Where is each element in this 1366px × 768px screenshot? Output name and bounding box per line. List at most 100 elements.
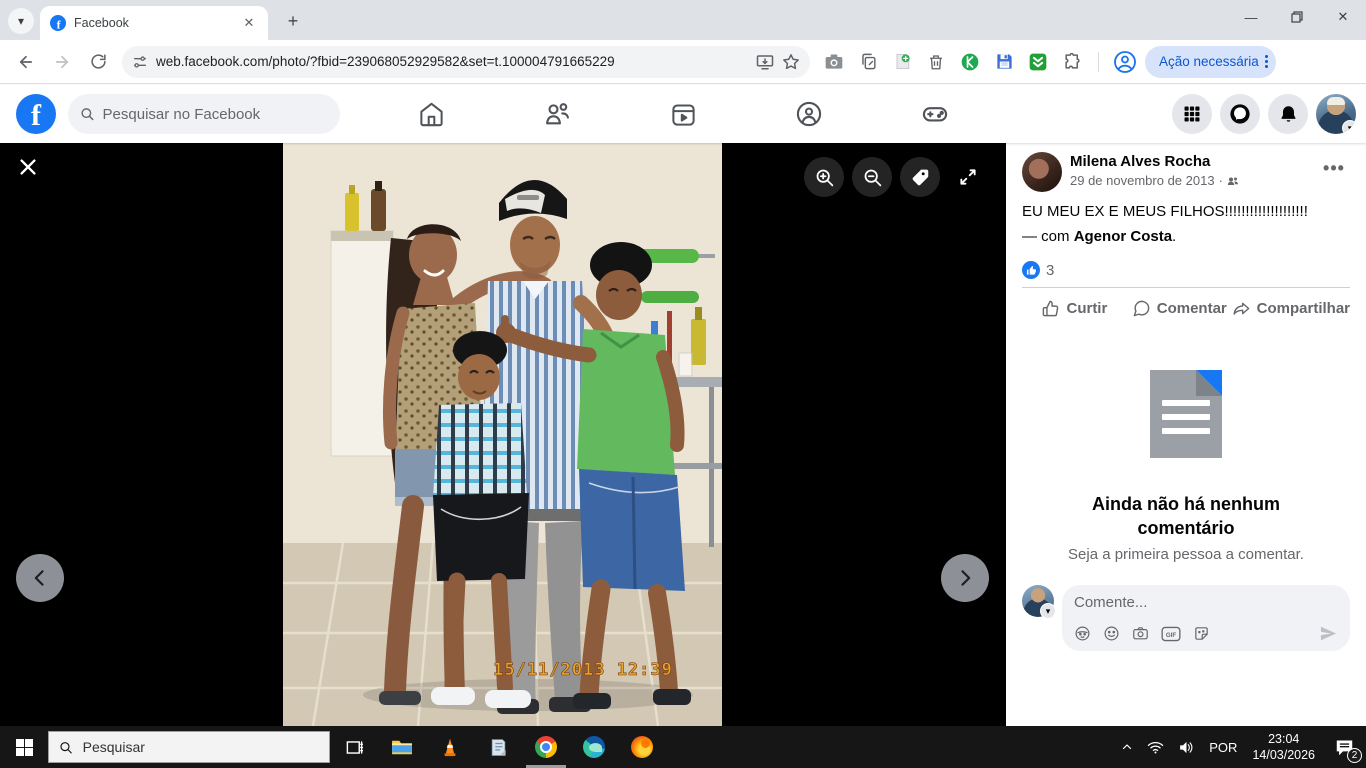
nav-gaming-icon[interactable] [911,90,959,138]
chrome-icon[interactable] [522,726,570,768]
screenshot-camera-icon[interactable] [820,48,848,76]
facebook-search-input[interactable] [102,105,328,123]
facebook-logo[interactable]: f [16,94,56,134]
taskbar: POR 23:04 14/03/2026 2 [0,726,1366,768]
document-icon [1150,370,1222,458]
author-avatar[interactable] [1022,152,1062,192]
like-count[interactable]: 3 [1046,262,1054,279]
like-button[interactable]: Curtir [1022,292,1127,324]
tag-icon[interactable] [900,157,940,197]
firefox-icon[interactable] [618,726,666,768]
wifi-icon[interactable] [1140,726,1171,768]
photo-image[interactable]: 15/11/2013 12:39 [283,143,722,726]
post-header: Milena Alves Rocha 29 de novembro de 201… [1022,152,1350,192]
close-button[interactable]: ✕ [1320,0,1366,34]
date-separator: · [1218,173,1223,188]
updates-icon[interactable] [1024,48,1052,76]
puzzle-extensions-icon[interactable] [1058,48,1086,76]
start-button[interactable] [0,726,48,768]
restore-button[interactable] [1274,0,1320,34]
viewer-close-icon[interactable] [14,153,42,181]
tagged-person-link[interactable]: Agenor Costa [1074,228,1172,245]
url-text[interactable]: web.facebook.com/photo/?fbid=23906805292… [156,54,748,69]
browser-tab[interactable]: f Facebook ✕ [40,6,268,40]
taskbar-search[interactable] [48,731,330,763]
trash-icon[interactable] [922,48,950,76]
avatar-emoji-icon[interactable] [1074,625,1091,642]
zoom-in-icon[interactable] [804,157,844,197]
send-icon[interactable] [1319,624,1338,643]
previous-photo-button[interactable] [16,554,64,602]
main-area: 15/11/2013 12:39 Milena Alves Rocha 29 d… [0,143,1366,726]
toolbar-separator [1098,51,1099,72]
facebook-search[interactable] [68,94,340,134]
window-controls: — ✕ [1228,0,1366,34]
clock-date: 14/03/2026 [1252,748,1315,762]
add-note-icon[interactable] [888,48,916,76]
smiley-icon[interactable] [1103,625,1120,642]
nav-groups-icon[interactable] [785,90,833,138]
next-photo-button[interactable] [941,554,989,602]
action-needed-button[interactable]: Ação necessária [1145,45,1276,78]
post-date-row[interactable]: 29 de novembro de 2013 · [1070,173,1310,188]
tray-chevron-icon[interactable] [1114,726,1140,768]
share-button[interactable]: Compartilhar [1232,292,1350,324]
camera-icon[interactable] [1132,625,1149,642]
bookmark-star-icon[interactable] [782,53,800,71]
save-disk-icon[interactable] [990,48,1018,76]
comment-input[interactable] [1074,594,1338,611]
zoom-out-icon[interactable] [852,157,892,197]
task-view-icon[interactable] [330,726,378,768]
file-explorer-icon[interactable] [378,726,426,768]
profile-icon[interactable] [1111,48,1139,76]
nav-friends-icon[interactable] [533,90,581,138]
no-comments-title: Ainda não há nenhum comentário [1091,494,1280,538]
taskbar-search-input[interactable] [82,739,319,755]
edge-icon[interactable] [570,726,618,768]
no-comments-subtitle: Seja a primeira pessoa a comentar. [1068,546,1304,563]
reactions-row[interactable]: 3 [1022,261,1350,279]
new-tab-button[interactable]: + [282,10,304,32]
nav-watch-icon[interactable] [659,90,707,138]
copy-pages-icon[interactable] [854,48,882,76]
kaspersky-icon[interactable] [956,48,984,76]
privacy-friends-icon [1227,177,1239,185]
forward-icon[interactable] [46,46,78,78]
tab-close-icon[interactable]: ✕ [240,14,258,32]
tab-list-chevron-icon[interactable]: ▾ [8,8,34,34]
nav-home-icon[interactable] [407,90,455,138]
sticker-icon[interactable] [1193,625,1210,642]
back-icon[interactable] [10,46,42,78]
pill-menu-icon[interactable] [1264,55,1268,68]
notifications-bell-icon[interactable] [1268,94,1308,134]
composer-avatar-chevron-icon[interactable]: ▾ [1040,603,1056,619]
apps-grid-icon[interactable] [1172,94,1212,134]
vlc-icon[interactable] [426,726,474,768]
like-button-label: Curtir [1066,299,1108,317]
post-more-icon[interactable]: ••• [1318,152,1350,184]
comment-button[interactable]: Comentar [1127,292,1232,324]
notification-badge: 2 [1347,748,1362,763]
author-name[interactable]: Milena Alves Rocha [1070,152,1310,171]
post-body-text: EU MEU EX E MEUS FILHOS!!!!!!!!!!!!!!!!!… [1022,203,1308,220]
composer-avatar[interactable]: ▾ [1022,585,1056,619]
gif-icon[interactable]: GIF [1161,626,1181,642]
composer-box[interactable]: GIF [1062,585,1350,651]
fullscreen-icon[interactable] [948,157,988,197]
messenger-icon[interactable] [1220,94,1260,134]
reload-icon[interactable] [82,46,114,78]
install-app-icon[interactable] [756,53,774,71]
site-settings-icon[interactable] [132,54,148,70]
clock[interactable]: 23:04 14/03/2026 [1244,731,1323,763]
volume-icon[interactable] [1171,726,1202,768]
language-indicator[interactable]: POR [1202,726,1244,768]
comment-composer: ▾ GIF [1022,585,1350,651]
minimize-button[interactable]: — [1228,0,1274,34]
action-center-icon[interactable]: 2 [1323,726,1366,768]
comment-button-label: Comentar [1156,299,1227,317]
profile-avatar[interactable]: ▾ [1316,94,1356,134]
url-bar[interactable]: web.facebook.com/photo/?fbid=23906805292… [122,45,810,78]
notepad-icon[interactable] [474,726,522,768]
like-reaction-icon [1022,261,1040,279]
tab-title: Facebook [74,16,129,30]
